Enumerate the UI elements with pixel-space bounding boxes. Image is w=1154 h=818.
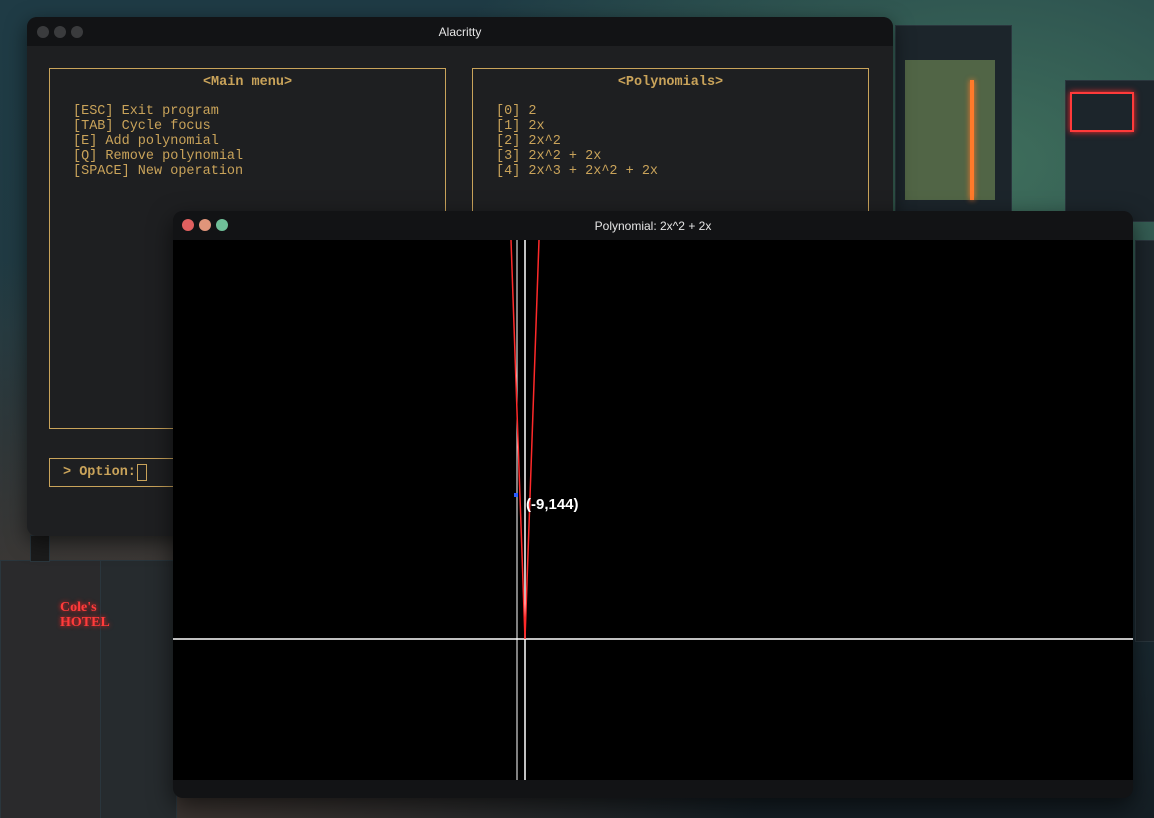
menu-item-remove-polynomial: [Q] Remove polynomial	[73, 149, 244, 164]
wallpaper-neon-sign	[1070, 92, 1134, 132]
polynomial-item[interactable]: [1] 2x	[496, 119, 868, 134]
maximize-button[interactable]	[216, 219, 228, 231]
polynomial-item[interactable]: [3] 2x^2 + 2x	[496, 149, 868, 164]
close-button[interactable]	[182, 219, 194, 231]
main-menu-title: <Main menu>	[202, 75, 293, 90]
minimize-button[interactable]	[54, 26, 66, 38]
polynomial-item[interactable]: [0] 2	[496, 104, 868, 119]
hover-coordinate-label: (-9,144)	[526, 496, 579, 513]
menu-item-new-operation: [SPACE] New operation	[73, 164, 244, 179]
menu-item-cycle-focus: [TAB] Cycle focus	[73, 119, 211, 134]
wallpaper-hotel-sign: Cole's HOTEL	[60, 600, 110, 630]
text-cursor	[136, 464, 147, 481]
main-menu-list: [ESC] Exit program [TAB] Cycle focus [E]…	[73, 104, 445, 179]
wallpaper-lights	[905, 60, 995, 200]
plot-canvas[interactable]: (-9,144)	[173, 240, 1133, 780]
plot-window-title: Polynomial: 2x^2 + 2x	[594, 218, 712, 233]
menu-item-add-polynomial: [E] Add polynomial	[73, 134, 219, 149]
wallpaper-building	[0, 560, 112, 818]
plot-svg	[173, 240, 1133, 780]
hover-point-marker	[514, 493, 518, 497]
maximize-button[interactable]	[71, 26, 83, 38]
close-button[interactable]	[37, 26, 49, 38]
minimize-button[interactable]	[199, 219, 211, 231]
option-label: > Option:	[63, 465, 136, 480]
polynomials-title: <Polynomials>	[617, 75, 724, 90]
wallpaper-building	[100, 560, 177, 818]
window-title: Alacritty	[438, 24, 482, 39]
plot-window-controls	[182, 219, 228, 231]
polynomial-plot-window[interactable]: Polynomial: 2x^2 + 2x (-9,144)	[173, 211, 1133, 798]
polynomial-item[interactable]: [4] 2x^3 + 2x^2 + 2x	[496, 164, 868, 179]
polynomial-item[interactable]: [2] 2x^2	[496, 134, 868, 149]
polynomials-list: [0] 2 [1] 2x [2] 2x^2 [3] 2x^2 + 2x [4] …	[496, 104, 868, 179]
wallpaper-neon	[970, 80, 974, 200]
plot-titlebar[interactable]: Polynomial: 2x^2 + 2x	[173, 211, 1133, 240]
wallpaper-water-tower	[30, 535, 50, 562]
desktop-wallpaper: Cole's HOTEL Alacritty <Main menu> [ESC]…	[0, 0, 1154, 818]
menu-item-exit: [ESC] Exit program	[73, 104, 219, 119]
wallpaper-building	[1135, 240, 1154, 642]
alacritty-window-controls	[37, 26, 83, 38]
alacritty-titlebar[interactable]: Alacritty	[27, 17, 893, 46]
